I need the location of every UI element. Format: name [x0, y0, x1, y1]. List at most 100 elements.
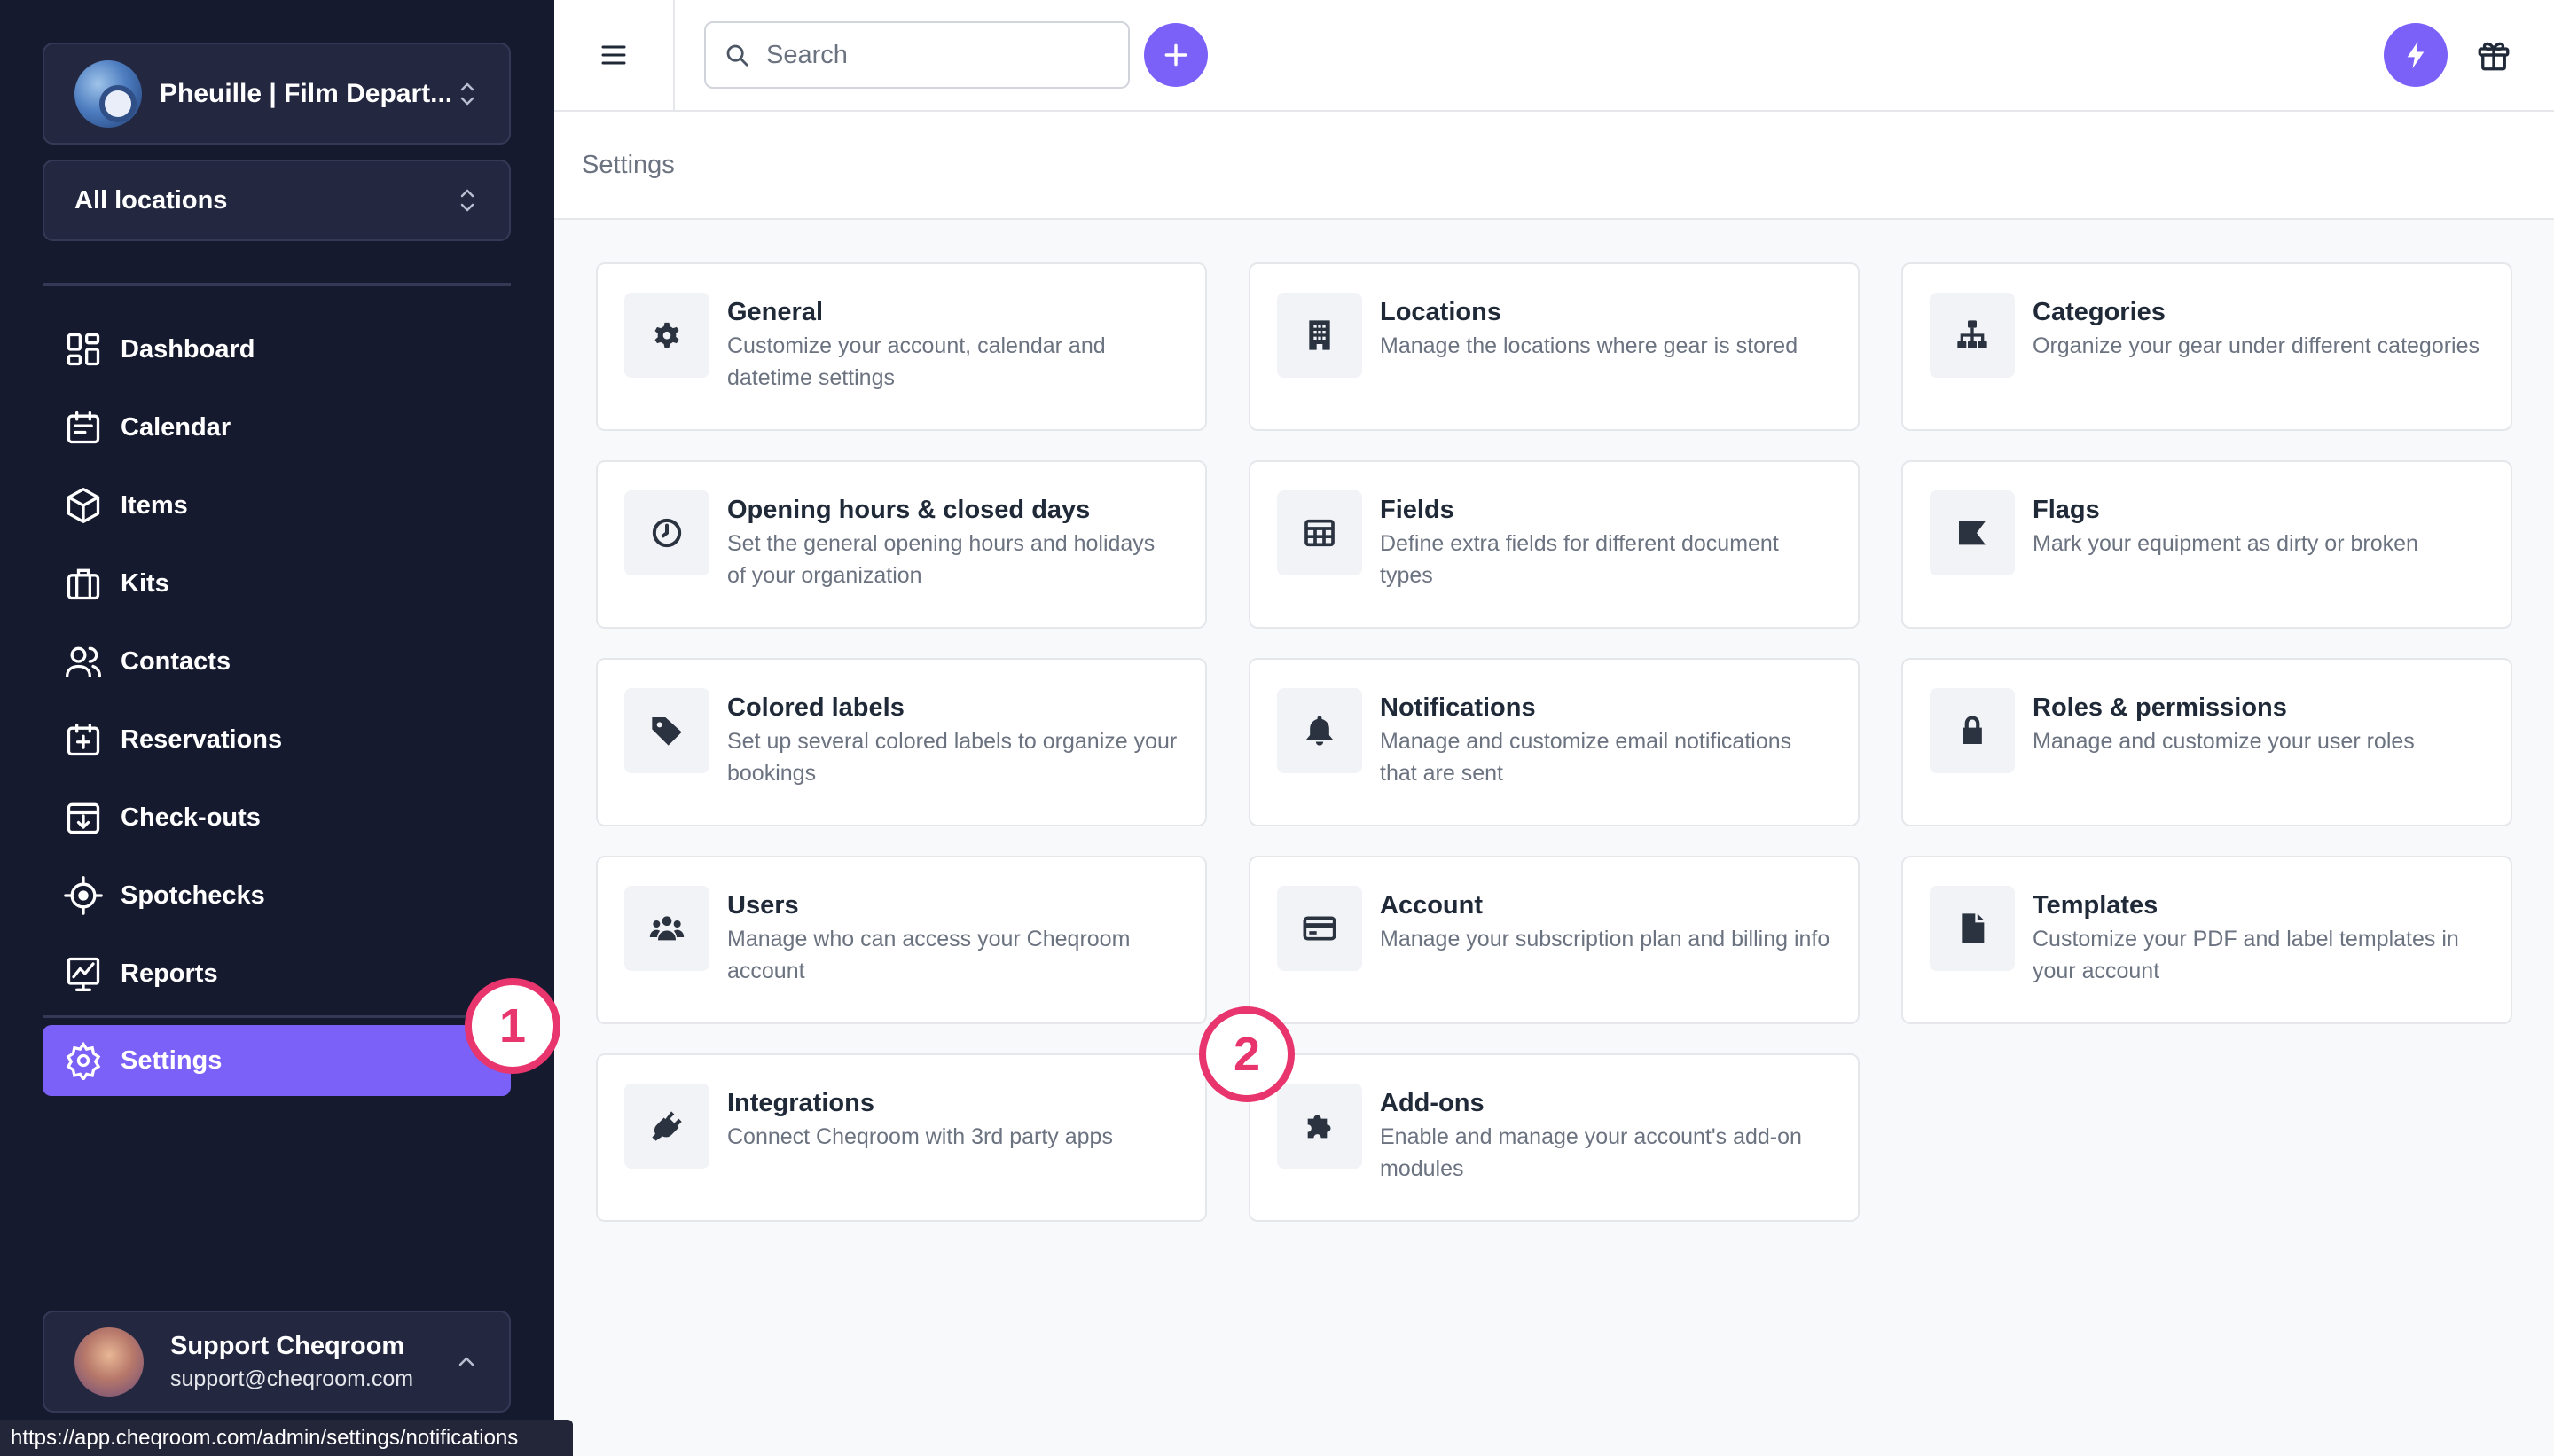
sidebar-item-label: Reservations [121, 724, 283, 754]
sidebar-divider [43, 1015, 511, 1018]
settings-card-opening-hours[interactable]: Opening hours & closed days Set the gene… [596, 460, 1207, 629]
chevron-up-icon [458, 1357, 474, 1366]
location-select-value: All locations [74, 185, 228, 215]
sidebar-divider [43, 283, 511, 286]
organization-name: Pheuille | Film Depart... [160, 78, 453, 108]
lightning-icon [2407, 41, 2425, 69]
gear-icon [654, 322, 679, 348]
dashboard-icon [67, 333, 100, 366]
settings-card-account[interactable]: Account Manage your subscription plan an… [1249, 856, 1860, 1024]
lock-icon [1963, 716, 1982, 744]
settings-card-colored-labels[interactable]: Colored labels Set up several colored la… [596, 658, 1207, 826]
sidebar-item-calendar[interactable]: Calendar [43, 388, 511, 466]
users-icon [66, 646, 101, 678]
sidebar-item-label: Contacts [121, 646, 231, 676]
sidebar-item-label: Settings [121, 1045, 223, 1075]
quick-actions-button[interactable] [2384, 23, 2448, 87]
sidebar-item-label: Spotchecks [121, 881, 265, 910]
settings-card-notifications[interactable]: Notifications Manage and customize email… [1249, 658, 1860, 826]
card-description: Manage who can access your Cheqroom acco… [727, 927, 1131, 983]
card-description: Manage and customize email notifications… [1380, 729, 1792, 786]
users-icon [649, 916, 685, 941]
building-icon [1309, 320, 1330, 350]
calendar-download-icon [67, 802, 100, 834]
card-description: Mark your equipment as dirty or broken [2033, 531, 2418, 556]
settings-card-add-ons[interactable]: Add-ons Enable and manage your account's… [1249, 1053, 1860, 1222]
card-icon-box [624, 1084, 709, 1169]
card-icon-box [1930, 293, 2015, 378]
sidebar-item-items[interactable]: Items [43, 466, 511, 544]
location-select[interactable]: All locations [43, 160, 511, 241]
chevron-up-down-icon [460, 82, 474, 105]
calendar-plus-icon [67, 723, 100, 756]
sidebar-item-settings[interactable]: Settings [43, 1025, 511, 1096]
card-title: Opening hours & closed days [727, 496, 1091, 524]
settings-card-general[interactable]: General Customize your account, calendar… [596, 262, 1207, 431]
card-title: Roles & permissions [2033, 693, 2287, 722]
settings-card-users[interactable]: Users Manage who can access your Cheqroo… [596, 856, 1207, 1024]
card-title: Add-ons [1380, 1089, 1485, 1117]
card-icon-box [1277, 293, 1362, 378]
settings-card-categories[interactable]: Categories Organize your gear under diff… [1901, 262, 2512, 431]
search-box[interactable] [704, 21, 1130, 89]
card-icon-box [1277, 886, 1362, 971]
card-icon-box [1930, 688, 2015, 773]
card-description: Define extra fields for different docume… [1380, 531, 1779, 588]
user-menu[interactable]: Support Cheqroom support@cheqroom.com [43, 1311, 511, 1413]
chevron-up-down-icon [460, 189, 474, 212]
card-description: Manage the locations where gear is store… [1380, 333, 1798, 358]
organization-switcher[interactable]: Pheuille | Film Depart... [43, 43, 511, 145]
sidebar-item-kits[interactable]: Kits [43, 544, 511, 622]
organization-avatar [74, 59, 142, 128]
plus-icon [1164, 43, 1187, 67]
settings-card-roles-permissions[interactable]: Roles & permissions Manage and customize… [1901, 658, 2512, 826]
plug-icon [652, 1111, 682, 1141]
sidebar-nav: Dashboard Calendar Items Kits Contacts R… [43, 310, 511, 1013]
card-description: Connect Cheqroom with 3rd party apps [727, 1124, 1113, 1149]
card-icon-box [624, 293, 709, 378]
card-title: Templates [2033, 891, 2158, 920]
card-icon-box [1930, 490, 2015, 575]
gift-button[interactable] [2472, 34, 2515, 76]
card-title: Users [727, 891, 799, 920]
card-title: Flags [2033, 496, 2100, 524]
avatar [74, 1327, 144, 1397]
sidebar-item-label: Calendar [121, 412, 231, 442]
card-title: Notifications [1380, 693, 1536, 722]
sidebar-item-check-outs[interactable]: Check-outs [43, 779, 511, 857]
card-description: Set the general opening hours and holida… [727, 531, 1156, 588]
menu-toggle-button[interactable] [554, 0, 675, 110]
hierarchy-icon [1957, 320, 1987, 348]
settings-card-integrations[interactable]: Integrations Connect Cheqroom with 3rd p… [596, 1053, 1207, 1222]
card-icon-box [1277, 490, 1362, 575]
flag-icon [1959, 521, 1986, 545]
step-marker-1: 1 [465, 978, 560, 1074]
sidebar-item-contacts[interactable]: Contacts [43, 622, 511, 701]
page-title: Settings [582, 151, 675, 179]
clock-icon [652, 518, 682, 548]
settings-card-flags[interactable]: Flags Mark your equipment as dirty or br… [1901, 460, 2512, 629]
settings-card-fields[interactable]: Fields Define extra fields for different… [1249, 460, 1860, 629]
sidebar-item-reports[interactable]: Reports [43, 935, 511, 1013]
card-icon-box [624, 886, 709, 971]
settings-card-templates[interactable]: Templates Customize your PDF and label t… [1901, 856, 2512, 1024]
cube-icon [67, 488, 100, 523]
gift-icon [2478, 42, 2510, 71]
credit-card-icon [1303, 916, 1336, 941]
search-input[interactable] [766, 40, 1103, 70]
card-description: Enable and manage your account's add-on … [1380, 1124, 1802, 1181]
tag-icon [652, 717, 682, 746]
step-marker-2: 2 [1199, 1006, 1295, 1102]
sidebar-item-label: Reports [121, 959, 218, 988]
card-description: Manage and customize your user roles [2033, 729, 2415, 754]
card-description: Manage your subscription plan and billin… [1380, 927, 1830, 951]
settings-card-locations[interactable]: Locations Manage the locations where gea… [1249, 262, 1860, 431]
sidebar-item-spotchecks[interactable]: Spotchecks [43, 857, 511, 935]
top-bar [554, 0, 2554, 112]
sidebar-item-dashboard[interactable]: Dashboard [43, 310, 511, 388]
card-icon-box [624, 688, 709, 773]
sidebar-item-reservations[interactable]: Reservations [43, 701, 511, 779]
gear-icon [66, 1041, 101, 1080]
add-button[interactable] [1144, 23, 1208, 87]
card-title: Account [1380, 891, 1483, 920]
